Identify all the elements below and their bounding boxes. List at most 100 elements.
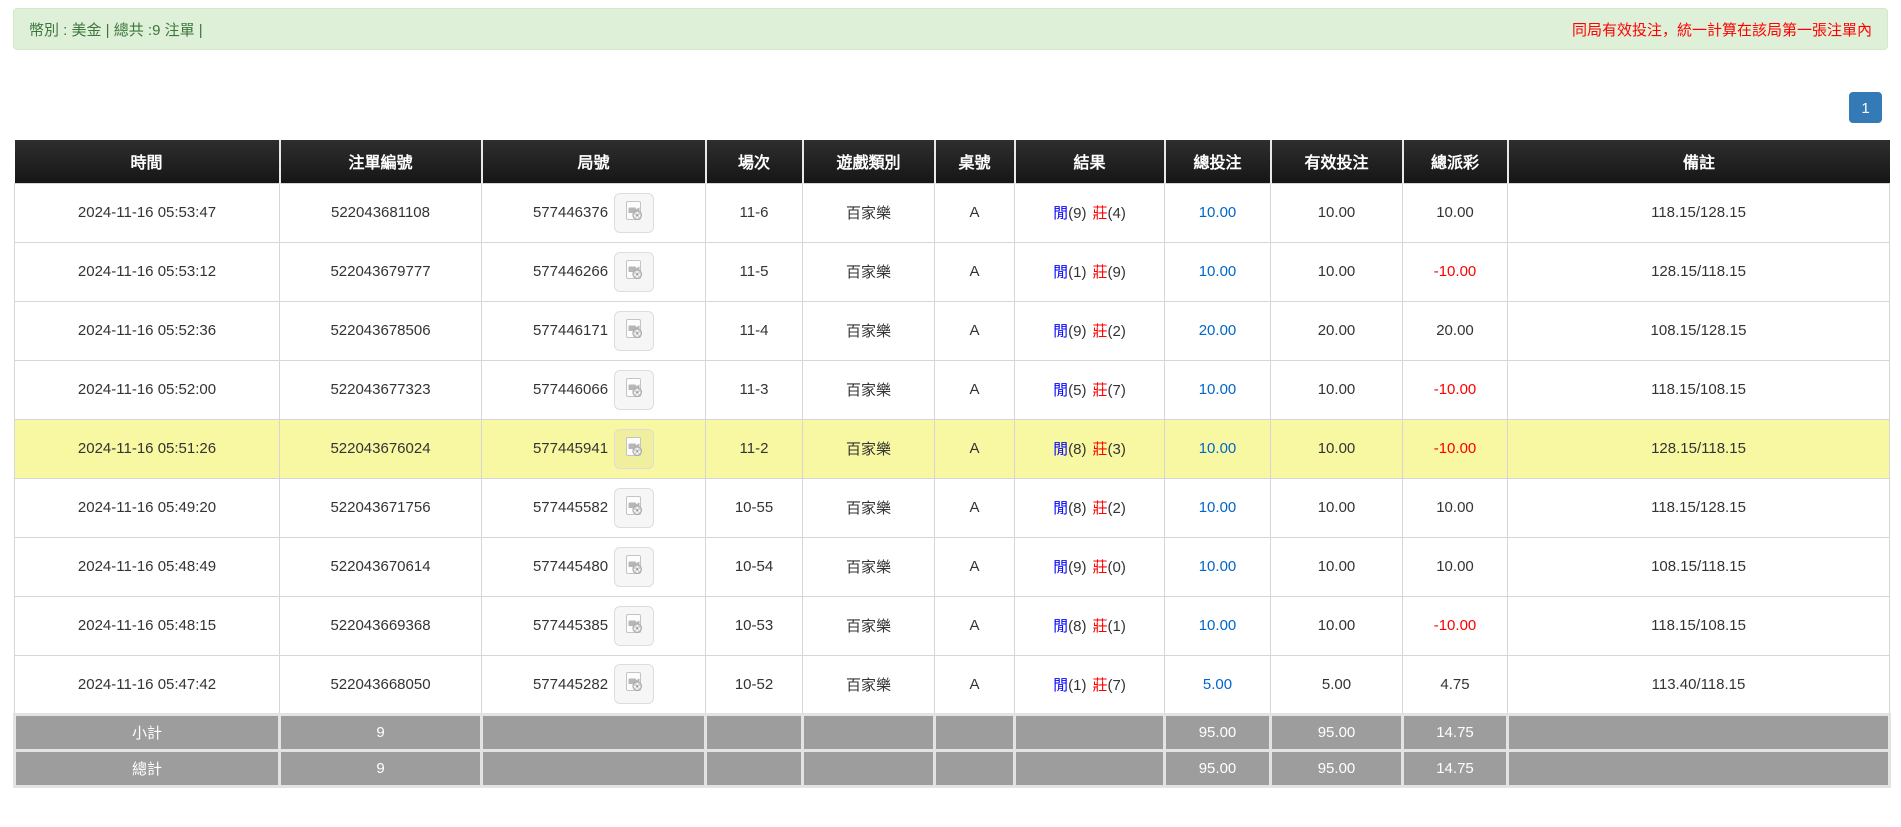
total-bet-link[interactable]: 5.00 [1203,676,1232,693]
video-replay-button[interactable] [614,193,654,233]
valid-bet-cell: 20.00 [1271,301,1403,360]
round-id-cell: 577446376 [482,183,706,242]
remark-cell: 118.15/108.15 [1508,360,1890,419]
payout-cell: 10.00 [1403,183,1508,242]
subtotal-empty-result [1015,714,1165,750]
round-id-cell: 577445282 [482,655,706,714]
grand-total-valid-bet: 95.00 [1271,750,1403,786]
result-cell: 閒(9)莊(4) [1015,183,1165,242]
table-body: 2024-11-16 05:53:47522043681108577446376… [15,183,1890,714]
bet-id-cell: 522043668050 [280,655,482,714]
payout-cell: -10.00 [1403,360,1508,419]
table-no-cell: A [935,301,1015,360]
video-replay-button[interactable] [614,370,654,410]
subtotal-empty-table-no [935,714,1015,750]
video-replay-button[interactable] [614,311,654,351]
total-bet-link[interactable]: 10.00 [1199,263,1237,280]
result-cell: 閒(5)莊(7) [1015,360,1165,419]
table-row: 2024-11-16 05:48:15522043669368577445385… [15,596,1890,655]
column-header-table-no: 桌號 [935,140,1015,183]
round-id-cell: 577446171 [482,301,706,360]
session-cell: 11-5 [706,242,803,301]
total-bet-cell: 10.00 [1165,360,1271,419]
banker-result-label: 莊 [1093,559,1108,576]
page: 幣別 : 美金 | 總共 :9 注單 | 同局有效投注，統一計算在該局第一張注單… [0,0,1901,788]
player-score: (8) [1068,500,1086,517]
grand-total-empty-remark [1508,750,1890,786]
total-bet-link[interactable]: 10.00 [1199,204,1237,221]
game-type-cell: 百家樂 [803,183,935,242]
video-replay-icon [622,435,646,463]
bet-id-cell: 522043679777 [280,242,482,301]
grand-total-empty-round-id [482,750,706,786]
video-replay-button[interactable] [614,429,654,469]
game-type-cell: 百家樂 [803,242,935,301]
column-header-valid-bet: 有效投注 [1271,140,1403,183]
session-cell: 11-6 [706,183,803,242]
round-id-cell: 577446266 [482,242,706,301]
game-type-cell: 百家樂 [803,360,935,419]
game-type-cell: 百家樂 [803,301,935,360]
video-replay-button[interactable] [614,606,654,646]
summary-bar: 幣別 : 美金 | 總共 :9 注單 | 同局有效投注，統一計算在該局第一張注單… [13,8,1888,50]
video-replay-icon [622,199,646,227]
remark-cell: 108.15/118.15 [1508,537,1890,596]
bet-id-cell: 522043681108 [280,183,482,242]
round-id-text: 577446266 [533,263,608,280]
total-bet-link[interactable]: 10.00 [1199,617,1237,634]
banker-score: (9) [1108,264,1126,281]
bet-id-cell: 522043669368 [280,596,482,655]
table-no-cell: A [935,419,1015,478]
total-bet-link[interactable]: 10.00 [1199,558,1237,575]
bet-id-cell: 522043676024 [280,419,482,478]
player-result-label: 閒 [1053,205,1068,222]
remark-cell: 118.15/128.15 [1508,183,1890,242]
page-1-button[interactable]: 1 [1849,92,1882,123]
player-score: (9) [1068,205,1086,222]
valid-bet-cell: 10.00 [1271,478,1403,537]
remark-cell: 118.15/128.15 [1508,478,1890,537]
table-no-cell: A [935,360,1015,419]
total-bet-cell: 20.00 [1165,301,1271,360]
grand-total-count: 9 [280,750,482,786]
banker-result-label: 莊 [1093,618,1108,635]
grand-total-empty-game-type [803,750,935,786]
total-bet-link[interactable]: 10.00 [1199,381,1237,398]
remark-cell: 128.15/118.15 [1508,419,1890,478]
player-score: (9) [1068,323,1086,340]
time-cell: 2024-11-16 05:53:12 [15,242,280,301]
table-no-cell: A [935,537,1015,596]
total-bet-cell: 10.00 [1165,242,1271,301]
currency-summary-text: 幣別 : 美金 | 總共 :9 注單 | [29,19,203,40]
table-row: 2024-11-16 05:53:12522043679777 577446266… [15,242,1890,301]
bet-id-cell: 522043670614 [280,537,482,596]
session-cell: 10-52 [706,655,803,714]
remark-cell: 118.15/108.15 [1508,596,1890,655]
video-replay-button[interactable] [614,547,654,587]
table-no-cell: A [935,242,1015,301]
subtotal-label: 小計 [15,714,280,750]
table-no-cell: A [935,478,1015,537]
valid-bet-cell: 10.00 [1271,419,1403,478]
header-row: 時間注單編號局號場次遊戲類別桌號結果總投注有效投注總派彩備註 [15,140,1890,183]
grand-total-row: 總計995.0095.0014.75 [15,750,1890,786]
banker-result-label: 莊 [1093,323,1108,340]
time-cell: 2024-11-16 05:51:26 [15,419,280,478]
result-cell: 閒(1)莊(7) [1015,655,1165,714]
video-replay-button[interactable] [614,664,654,704]
player-score: (5) [1068,382,1086,399]
video-replay-button[interactable] [614,252,654,292]
valid-bet-cell: 10.00 [1271,183,1403,242]
total-bet-cell: 10.00 [1165,537,1271,596]
subtotal-row: 小計995.0095.0014.75 [15,714,1890,750]
total-bet-link[interactable]: 20.00 [1199,322,1237,339]
column-header-time: 時間 [15,140,280,183]
total-bet-link[interactable]: 10.00 [1199,499,1237,516]
round-id-text: 577445282 [533,676,608,693]
video-replay-button[interactable] [614,488,654,528]
grand-total-label: 總計 [15,750,280,786]
total-bet-link[interactable]: 10.00 [1199,440,1237,457]
table-row: 2024-11-16 05:52:00522043677323577446066… [15,360,1890,419]
session-cell: 10-55 [706,478,803,537]
remark-cell: 113.40/118.15 [1508,655,1890,714]
